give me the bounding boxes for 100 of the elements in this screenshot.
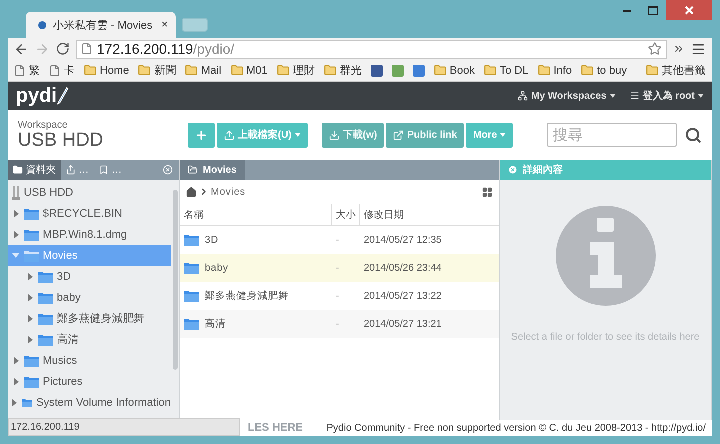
bookmark-folder[interactable]: To DL [500, 64, 529, 76]
tree-item[interactable]: 鄭多燕健身減肥舞 [57, 311, 145, 326]
tree-item[interactable]: Pictures [43, 376, 83, 388]
file-date: 2014/05/27 12:35 [364, 234, 442, 246]
reload-icon[interactable] [56, 42, 70, 56]
expand-caret-icon[interactable] [28, 336, 32, 344]
bookmark-folder[interactable]: Info [554, 64, 572, 76]
bookmark-link[interactable]: 卡 [64, 63, 75, 78]
tree-item[interactable]: MBP.Win8.1.dmg [43, 228, 128, 240]
browser-tab[interactable]: 小米私有雲 - Movies × [26, 12, 176, 38]
bookmark-folder[interactable]: Home [100, 64, 130, 76]
folder-icon [184, 318, 199, 330]
folder-icon [184, 234, 199, 246]
address-bar[interactable]: 172.16.200.119/pydio/ [76, 40, 667, 58]
tree-item[interactable]: baby [57, 292, 81, 304]
empty-hint: Select a file or folder to see its details here [511, 332, 700, 343]
page-icon [14, 64, 26, 76]
folder-icon [38, 334, 53, 346]
logo-text: pydi [16, 84, 58, 108]
file-name: 3D [205, 234, 219, 246]
bookmark-folder[interactable]: to buy [597, 64, 628, 76]
menu-icon[interactable] [691, 42, 706, 56]
file-date: 2014/05/27 13:21 [364, 318, 442, 330]
scrollbar-thumb[interactable] [173, 190, 178, 370]
footer-text: Pydio Community - Free non supported version © C. du Jeu 2008-2013 - http://pyd.io/ [326, 422, 706, 434]
star-icon[interactable] [648, 42, 662, 56]
file-name: 高清 [205, 318, 226, 331]
expand-caret-icon[interactable] [14, 230, 18, 238]
share-icon [393, 130, 404, 140]
bookmark-folder[interactable]: 理財 [292, 63, 315, 78]
app-icon[interactable] [412, 64, 425, 76]
chevron-icon[interactable] [673, 43, 685, 55]
folder-icon [38, 292, 53, 304]
panel-title: 詳細內容 [500, 160, 571, 180]
column-header[interactable]: 大小 [336, 208, 356, 222]
file-size: - [336, 318, 340, 330]
folder-icon [324, 64, 337, 77]
tree-item[interactable]: 高清 [57, 332, 79, 347]
tree-item[interactable]: Musics [43, 354, 78, 366]
bookmark-folder[interactable]: 其他書籤 [662, 63, 706, 78]
panel-tab[interactable]: Movies [180, 160, 245, 180]
app-icon[interactable] [392, 64, 404, 76]
close-button[interactable] [666, 0, 712, 20]
tree-item[interactable]: System Volume Information [36, 396, 171, 408]
expand-caret-icon[interactable] [14, 210, 18, 218]
folder-icon [38, 312, 53, 324]
expand-caret-icon[interactable] [14, 356, 18, 364]
folder-icon [38, 270, 53, 282]
upload-icon [224, 130, 235, 140]
tree-item[interactable]: $RECYCLE.BIN [43, 208, 122, 220]
folder-icon [484, 64, 497, 77]
file-date: 2014/05/27 13:22 [364, 290, 442, 302]
file-size: - [336, 262, 340, 274]
column-header[interactable]: 修改日期 [364, 208, 404, 222]
minimize-icon [623, 8, 631, 12]
caret-icon [698, 94, 704, 98]
nav-menu[interactable]: My Workspaces [518, 90, 616, 102]
bookmark-folder[interactable]: 新聞 [154, 63, 176, 78]
bookmark-folder[interactable]: Mail [201, 64, 222, 76]
close-icon[interactable] [508, 165, 518, 175]
search-icon[interactable] [685, 126, 702, 144]
app-icon[interactable] [370, 64, 383, 76]
plus-icon [195, 128, 208, 142]
folder-icon [276, 64, 290, 77]
bookmark-link[interactable]: 繁 [29, 63, 40, 78]
breadcrumb-link[interactable]: Movies [211, 186, 246, 198]
panel-tab[interactable]: 資料夾 [8, 160, 61, 180]
caret-icon [500, 133, 506, 137]
file-name: 鄭多燕健身減肥舞 [205, 290, 289, 303]
expand-caret-icon[interactable] [28, 294, 32, 302]
bookmark-folder[interactable]: 群光 [340, 63, 362, 78]
status-bubble: 172.16.200.119 [8, 418, 240, 436]
file-row[interactable]: 高清 - 2014/05/27 13:21 [180, 310, 499, 338]
search-field[interactable]: 搜尋 [547, 123, 677, 147]
bookmark-folder[interactable]: M01 [246, 64, 268, 76]
nav-menu[interactable]: 登入為 root [630, 89, 704, 103]
file-row[interactable]: baby - 2014/05/26 23:44 [180, 254, 499, 282]
folder-icon [84, 64, 97, 77]
folder-icon [230, 64, 244, 77]
home-icon[interactable] [186, 186, 197, 198]
tree-item[interactable]: 3D [57, 270, 72, 282]
column-header[interactable]: 名稱 [184, 208, 204, 222]
add-button[interactable] [188, 122, 215, 148]
tab-close[interactable]: × [162, 19, 168, 31]
download-icon [328, 130, 340, 140]
collapse-caret-icon[interactable] [12, 253, 20, 258]
expand-caret-icon[interactable] [28, 314, 32, 322]
back-icon[interactable] [14, 42, 29, 56]
expand-caret-icon[interactable] [28, 272, 32, 280]
folder-icon [24, 354, 39, 366]
folder-icon [24, 376, 39, 388]
expand-caret-icon[interactable] [14, 378, 18, 386]
tree-item[interactable]: USB HDD [24, 186, 74, 198]
share-icon [66, 165, 76, 175]
expand-caret-icon[interactable] [12, 398, 18, 406]
bookmark-folder[interactable]: Book [450, 64, 475, 76]
bookmark-icon [99, 165, 109, 175]
view-mode-icon[interactable] [482, 186, 493, 198]
folder-open-icon [188, 165, 198, 175]
workspace-title: USB HDD [18, 130, 105, 150]
